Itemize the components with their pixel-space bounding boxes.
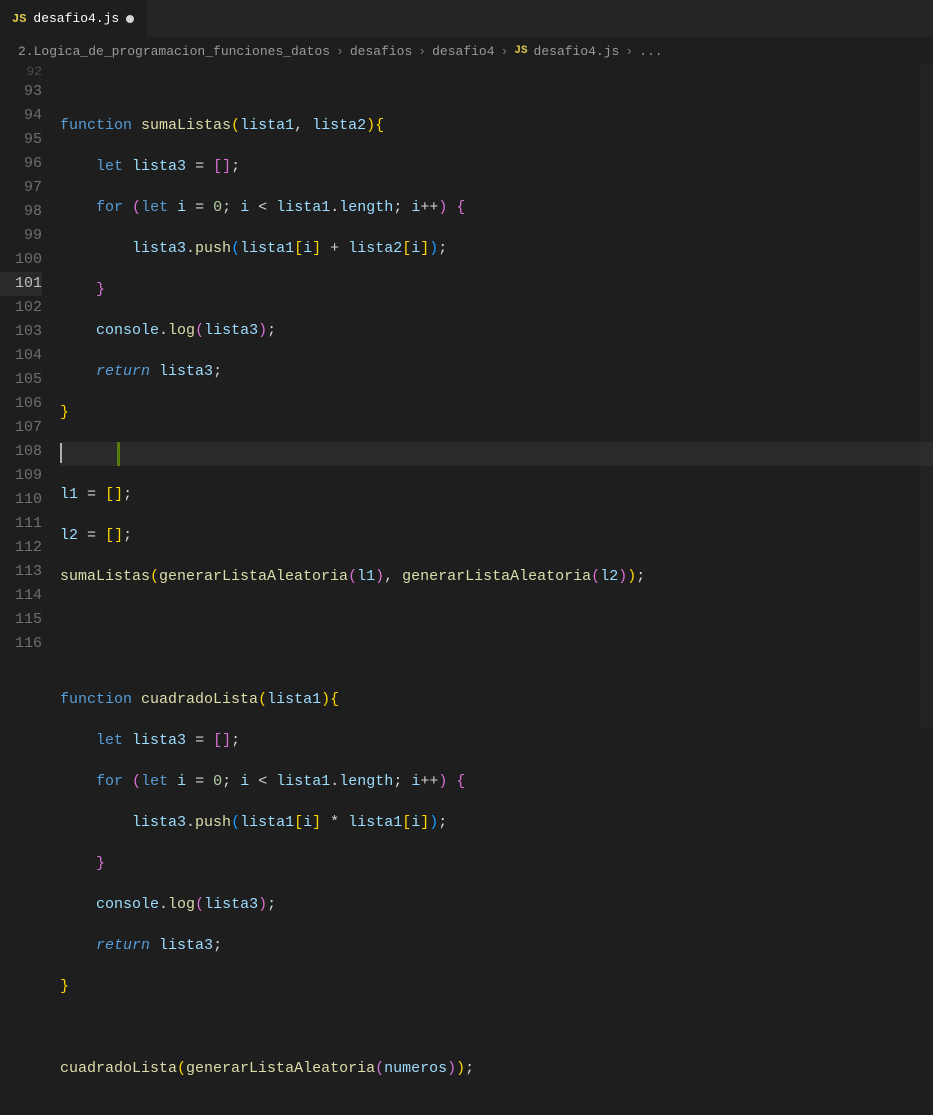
chevron-right-icon: › (501, 44, 509, 59)
line-number: 100 (0, 248, 42, 272)
breadcrumb[interactable]: 2.Logica_de_programacion_funciones_datos… (0, 38, 933, 64)
code-line[interactable]: sumaListas(generarListaAleatoria(l1), ge… (60, 565, 933, 589)
line-number: 101 (0, 272, 42, 296)
unsaved-indicator-icon (126, 15, 134, 23)
code-line[interactable] (60, 81, 933, 97)
code-line[interactable]: cuadradoLista(generarListaAleatoria(nume… (60, 1057, 933, 1081)
line-number: 109 (0, 464, 42, 488)
code-line[interactable]: function sumaListas(lista1, lista2){ (60, 114, 933, 138)
code-line[interactable]: for (let i = 0; i < lista1.length; i++) … (60, 196, 933, 220)
tab-filename: desafio4.js (33, 11, 119, 26)
line-number: 96 (0, 152, 42, 176)
code-line[interactable]: lista3.push(lista1[i] + lista2[i]); (60, 237, 933, 261)
code-line[interactable]: } (60, 852, 933, 876)
line-number: 94 (0, 104, 42, 128)
code-line[interactable] (60, 1016, 933, 1040)
line-number: 110 (0, 488, 42, 512)
line-number: 113 (0, 560, 42, 584)
tab-bar: JS desafio4.js (0, 0, 933, 38)
code-area[interactable]: function sumaListas(lista1, lista2){ let… (60, 64, 933, 728)
code-line[interactable]: l1 = []; (60, 483, 933, 507)
js-icon: JS (514, 45, 527, 57)
code-line[interactable]: let lista3 = []; (60, 729, 933, 753)
line-number: 114 (0, 584, 42, 608)
code-editor[interactable]: 92 93 94 95 96 97 98 99 100 101 102 103 … (0, 64, 933, 728)
breadcrumb-segment[interactable]: desafio4 (432, 44, 494, 59)
line-number: 99 (0, 224, 42, 248)
code-line[interactable]: return lista3; (60, 360, 933, 384)
line-number: 97 (0, 176, 42, 200)
code-line[interactable]: let lista3 = []; (60, 155, 933, 179)
scrollbar[interactable] (921, 64, 933, 728)
code-line[interactable]: function cuadradoLista(lista1){ (60, 688, 933, 712)
chevron-right-icon: › (625, 44, 633, 59)
line-number: 111 (0, 512, 42, 536)
code-line[interactable] (60, 606, 933, 630)
code-line[interactable]: console.log(lista3); (60, 319, 933, 343)
code-line-current[interactable] (60, 442, 933, 466)
line-number: 106 (0, 392, 42, 416)
code-line[interactable]: lista3.push(lista1[i] * lista1[i]); (60, 811, 933, 835)
code-line[interactable]: console.log(lista3); (60, 893, 933, 917)
breadcrumb-more[interactable]: ... (639, 44, 662, 59)
code-line[interactable]: } (60, 278, 933, 302)
line-number: 107 (0, 416, 42, 440)
code-line[interactable]: l2 = []; (60, 524, 933, 548)
breadcrumb-file[interactable]: desafio4.js (534, 44, 620, 59)
line-number: 92 (0, 64, 42, 80)
line-number: 112 (0, 536, 42, 560)
editor-tab[interactable]: JS desafio4.js (0, 0, 147, 37)
code-line[interactable]: return lista3; (60, 934, 933, 958)
line-number: 93 (0, 80, 42, 104)
code-line[interactable]: for (let i = 0; i < lista1.length; i++) … (60, 770, 933, 794)
line-number: 115 (0, 608, 42, 632)
breadcrumb-segment[interactable]: desafios (350, 44, 412, 59)
line-number: 98 (0, 200, 42, 224)
line-number: 108 (0, 440, 42, 464)
line-number-gutter: 92 93 94 95 96 97 98 99 100 101 102 103 … (0, 64, 60, 728)
code-line[interactable] (60, 647, 933, 671)
text-cursor (60, 443, 62, 463)
code-line[interactable]: } (60, 401, 933, 425)
chevron-right-icon: › (418, 44, 426, 59)
code-line[interactable]: } (60, 975, 933, 999)
js-icon: JS (12, 12, 26, 26)
line-number: 102 (0, 296, 42, 320)
git-diff-added-icon (117, 442, 120, 466)
line-number: 95 (0, 128, 42, 152)
chevron-right-icon: › (336, 44, 344, 59)
line-number: 104 (0, 344, 42, 368)
line-number: 116 (0, 632, 42, 656)
breadcrumb-segment[interactable]: 2.Logica_de_programacion_funciones_datos (18, 44, 330, 59)
line-number: 105 (0, 368, 42, 392)
line-number: 103 (0, 320, 42, 344)
